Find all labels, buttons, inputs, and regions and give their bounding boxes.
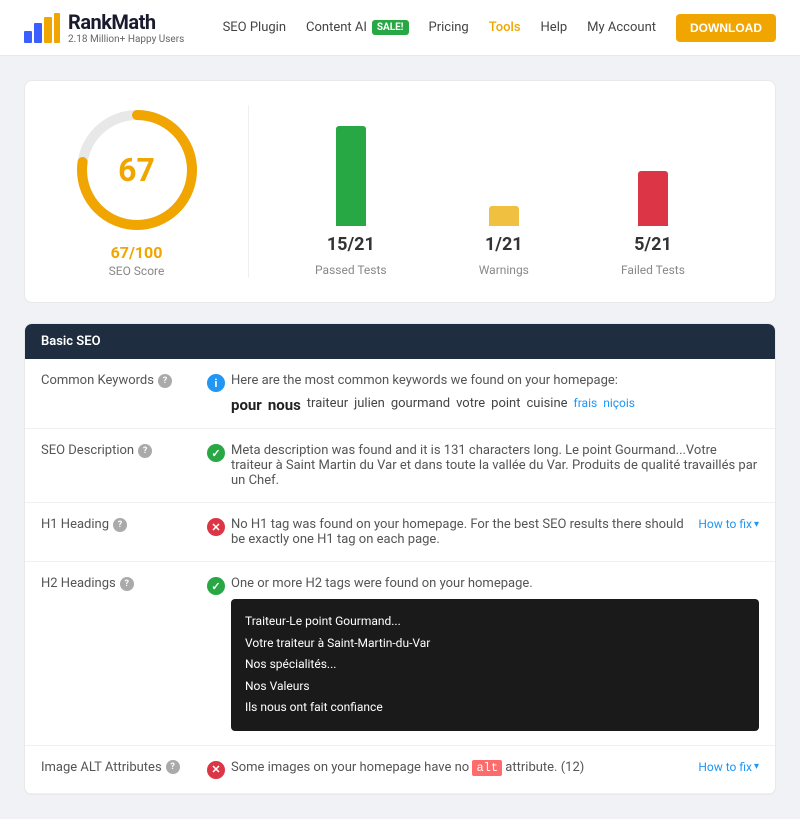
score-right: 15/21 Passed Tests 1/21 Warnings 5/21 Fa… — [249, 106, 751, 277]
nav-pricing[interactable]: Pricing — [429, 20, 469, 35]
help-icon-keywords[interactable]: ? — [158, 374, 172, 388]
main-nav: SEO Plugin Content AI SALE! Pricing Tool… — [223, 14, 776, 42]
failed-num: 5/21 — [634, 234, 672, 255]
keyword-gourmand: gourmand — [391, 396, 450, 414]
logo-sub: 2.18 Million+ Happy Users — [68, 34, 184, 45]
score-section: 67 67/100 SEO Score 15/21 Passed Tests 1… — [24, 80, 776, 303]
nav-seo-plugin[interactable]: SEO Plugin — [223, 20, 286, 35]
rankmath-logo-icon — [24, 13, 60, 43]
warnings-bar-container — [479, 106, 529, 226]
keyword-nous: nous — [268, 396, 301, 414]
h2-item-5: Ils nous ont fait confiance — [245, 697, 745, 719]
score-label: SEO Score — [109, 264, 165, 278]
score-left: 67 67/100 SEO Score — [49, 105, 249, 278]
help-icon-alt[interactable]: ? — [166, 760, 180, 774]
nav-my-account[interactable]: My Account — [587, 20, 656, 35]
keyword-frais: frais — [574, 396, 598, 414]
label-image-alt: Image ALT Attributes ? — [41, 760, 191, 775]
help-icon-description[interactable]: ? — [138, 444, 152, 458]
keyword-votre: votre — [456, 396, 485, 414]
warnings: 1/21 Warnings — [479, 106, 529, 277]
content-common-keywords: i Here are the most common keywords we f… — [207, 373, 759, 414]
score-fraction: 67/100 — [111, 243, 163, 262]
keyword-point: point — [491, 396, 520, 414]
h2-item-1: Traiteur-Le point Gourmand... — [245, 611, 745, 633]
status-ok-icon-desc: ✓ — [207, 444, 225, 462]
chevron-down-icon-alt: ▾ — [754, 761, 759, 772]
warnings-bar — [489, 206, 519, 226]
keyword-traiteur: traiteur — [307, 396, 348, 414]
logo-text: RankMath 2.18 Million+ Happy Users — [68, 10, 184, 45]
warnings-num: 1/21 — [485, 234, 523, 255]
content-h2-headings: ✓ One or more H2 tags were found on your… — [207, 576, 759, 731]
logo-area: RankMath 2.18 Million+ Happy Users — [24, 10, 184, 45]
nav-help[interactable]: Help — [541, 20, 568, 35]
h2-item-2: Votre traiteur à Saint-Martin-du-Var — [245, 633, 745, 655]
content-h1-heading: ✕ No H1 tag was found on your homepage. … — [207, 517, 759, 547]
label-common-keywords: Common Keywords ? — [41, 373, 191, 388]
failed-label: Failed Tests — [621, 263, 685, 277]
donut-center: 67 — [118, 151, 155, 189]
row-image-alt: Image ALT Attributes ? ✕ Some images on … — [25, 746, 775, 794]
row-seo-description: SEO Description ? ✓ Meta description was… — [25, 429, 775, 503]
keywords-list: pour nous traiteur julien gourmand votre… — [231, 396, 759, 414]
passed-num: 15/21 — [327, 234, 375, 255]
status-error-icon-h1: ✕ — [207, 518, 225, 536]
label-h2-headings: H2 Headings ? — [41, 576, 191, 591]
label-h1-heading: H1 Heading ? — [41, 517, 191, 532]
keyword-pour: pour — [231, 396, 262, 414]
passed-label: Passed Tests — [315, 263, 387, 277]
donut-chart: 67 — [72, 105, 202, 235]
h2-item-3: Nos spécialités... — [245, 654, 745, 676]
logo-name: RankMath — [68, 10, 184, 34]
row-h1-heading: H1 Heading ? ✕ No H1 tag was found on yo… — [25, 503, 775, 562]
download-button[interactable]: DOWNLOAD — [676, 14, 776, 42]
warnings-label: Warnings — [479, 263, 529, 277]
status-error-icon-alt: ✕ — [207, 761, 225, 779]
failed-bar — [638, 171, 668, 226]
label-seo-description: SEO Description ? — [41, 443, 191, 458]
sale-badge: SALE! — [372, 20, 409, 35]
main-content: 67 67/100 SEO Score 15/21 Passed Tests 1… — [0, 56, 800, 819]
how-to-fix-h1[interactable]: How to fix ▾ — [698, 517, 759, 531]
basic-seo-header: Basic SEO — [25, 324, 775, 359]
help-icon-h2[interactable]: ? — [120, 577, 134, 591]
content-seo-description: ✓ Meta description was found and it is 1… — [207, 443, 759, 488]
score-number: 67 — [118, 151, 155, 189]
chevron-down-icon: ▾ — [754, 519, 759, 530]
nav-content-ai[interactable]: Content AI SALE! — [306, 20, 409, 35]
help-icon-h1[interactable]: ? — [113, 518, 127, 532]
keyword-cuisine: cuisine — [526, 396, 567, 414]
passed-bar-container — [326, 106, 376, 226]
status-ok-icon-h2: ✓ — [207, 577, 225, 595]
h2-item-4: Nos Valeurs — [245, 676, 745, 698]
failed-tests: 5/21 Failed Tests — [621, 106, 685, 277]
how-to-fix-alt[interactable]: How to fix ▾ — [698, 760, 759, 774]
keyword-nicois: niçois — [603, 396, 635, 414]
alt-highlight: alt — [472, 760, 502, 776]
content-image-alt: ✕ Some images on your homepage have no a… — [207, 760, 759, 779]
row-common-keywords: Common Keywords ? i Here are the most co… — [25, 359, 775, 429]
header: RankMath 2.18 Million+ Happy Users SEO P… — [0, 0, 800, 56]
basic-seo-section: Basic SEO Common Keywords ? i Here are t… — [24, 323, 776, 795]
failed-bar-container — [628, 106, 678, 226]
passed-tests: 15/21 Passed Tests — [315, 106, 387, 277]
row-h2-headings: H2 Headings ? ✓ One or more H2 tags were… — [25, 562, 775, 746]
passed-bar — [336, 126, 366, 226]
nav-tools[interactable]: Tools — [489, 20, 521, 35]
h2-list-box: Traiteur-Le point Gourmand... Votre trai… — [231, 599, 759, 731]
status-info-icon: i — [207, 374, 225, 392]
keyword-julien: julien — [354, 396, 385, 414]
